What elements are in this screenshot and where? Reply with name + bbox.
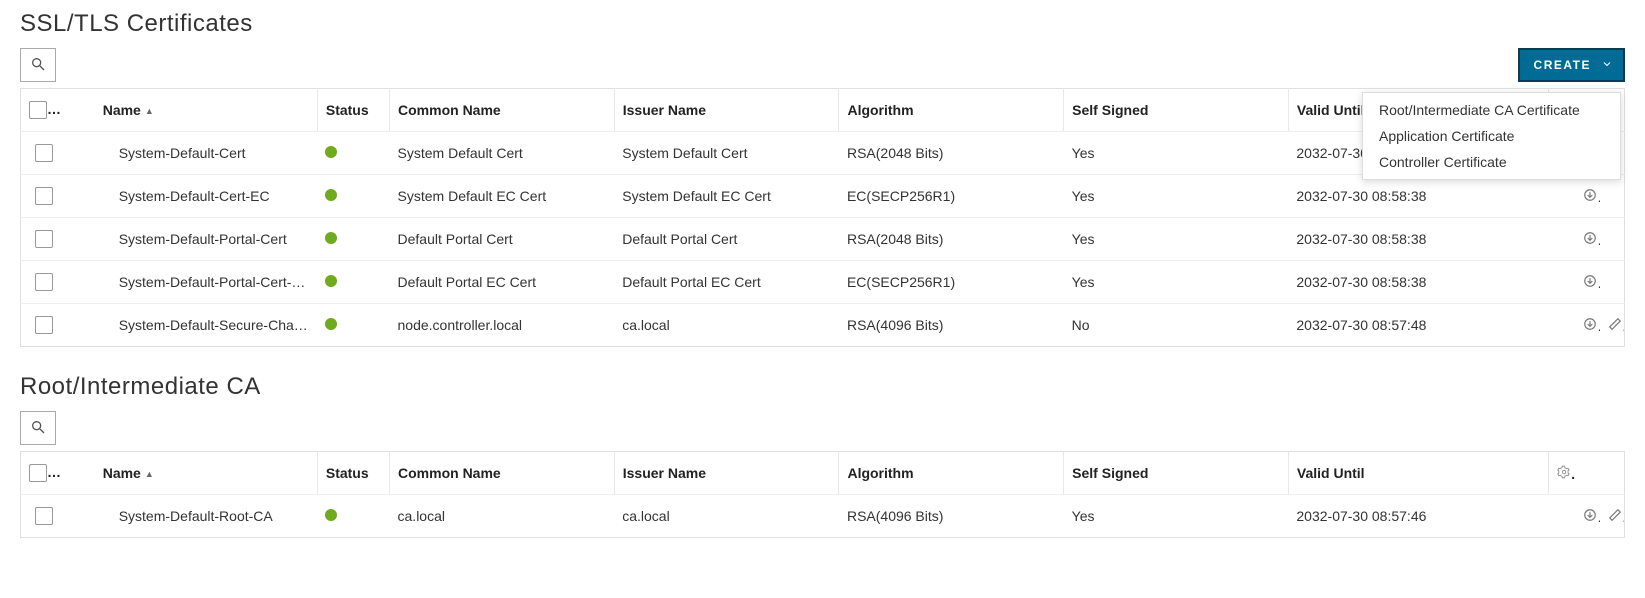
status-ok-icon <box>325 189 337 201</box>
sort-asc-icon: ▲ <box>145 106 154 116</box>
col-header-issuer[interactable]: Issuer Name <box>614 89 839 132</box>
ca-section-title: Root/Intermediate CA <box>20 373 1625 401</box>
cert-name-cell[interactable]: System-Default-Cert <box>95 132 318 175</box>
status-ok-icon <box>325 275 337 287</box>
table-row: System-Default-Portal-Cert Default Portal… <box>21 218 1625 261</box>
row-checkbox[interactable] <box>35 187 53 205</box>
col-header-name[interactable]: Name▲ <box>95 89 318 132</box>
valid-until-cell: 2032-07-30 08:58:38 <box>1288 175 1548 218</box>
table-row: System-Default-Portal-Cert-EC Default Por… <box>21 261 1625 304</box>
algorithm-cell: RSA(4096 Bits) <box>839 304 1064 347</box>
ca-certificates-table: Name▲ Status Common Name Issuer Name Alg… <box>20 451 1625 538</box>
algorithm-cell: EC(SECP256R1) <box>839 261 1064 304</box>
ssl-search-button[interactable] <box>20 48 56 82</box>
self-signed-cell: Yes <box>1064 261 1289 304</box>
col-header-common[interactable]: Common Name <box>390 452 615 495</box>
valid-until-cell: 2032-07-30 08:58:38 <box>1288 261 1548 304</box>
issuer-cell: System Default Cert <box>614 132 839 175</box>
ssl-section-title: SSL/TLS Certificates <box>20 10 1625 38</box>
self-signed-cell: Yes <box>1064 132 1289 175</box>
search-icon <box>30 56 46 75</box>
download-icon[interactable] <box>1575 261 1600 304</box>
status-ok-icon <box>325 509 337 521</box>
issuer-cell: System Default EC Cert <box>614 175 839 218</box>
status-ok-icon <box>325 146 337 158</box>
row-checkbox[interactable] <box>35 273 53 291</box>
issuer-cell: ca.local <box>614 495 839 538</box>
self-signed-cell: Yes <box>1064 175 1289 218</box>
row-checkbox[interactable] <box>35 230 53 248</box>
algorithm-cell: RSA(2048 Bits) <box>839 218 1064 261</box>
valid-until-cell: 2032-07-30 08:57:48 <box>1288 304 1548 347</box>
dropdown-item-root-ca[interactable]: Root/Intermediate CA Certificate <box>1363 97 1620 123</box>
self-signed-cell: Yes <box>1064 218 1289 261</box>
column-settings-button[interactable] <box>1548 452 1575 495</box>
col-header-valid[interactable]: Valid Until <box>1288 452 1548 495</box>
col-header-self[interactable]: Self Signed <box>1064 452 1289 495</box>
download-icon[interactable] <box>1575 304 1600 347</box>
create-button[interactable]: CREATE <box>1518 48 1625 82</box>
col-header-algo[interactable]: Algorithm <box>839 89 1064 132</box>
download-icon[interactable] <box>1575 218 1600 261</box>
download-icon[interactable] <box>1575 175 1600 218</box>
common-name-cell: System Default EC Cert <box>390 175 615 218</box>
create-dropdown-menu: Root/Intermediate CA Certificate Applica… <box>1362 92 1621 180</box>
common-name-cell: System Default Cert <box>390 132 615 175</box>
create-button-label: CREATE <box>1534 58 1591 72</box>
common-name-cell: Default Portal EC Cert <box>390 261 615 304</box>
edit-icon[interactable] <box>1600 495 1625 538</box>
ca-search-button[interactable] <box>20 411 56 445</box>
cert-name-cell[interactable]: System-Default-Portal-Cert <box>95 218 318 261</box>
row-checkbox[interactable] <box>35 144 53 162</box>
row-checkbox[interactable] <box>35 507 53 525</box>
issuer-cell: Default Portal EC Cert <box>614 261 839 304</box>
valid-until-cell: 2032-07-30 08:58:38 <box>1288 218 1548 261</box>
col-header-status[interactable]: Status <box>317 452 389 495</box>
cert-name-cell[interactable]: System-Default-Secure-Channel-Cert <box>95 304 318 347</box>
status-ok-icon <box>325 318 337 330</box>
self-signed-cell: No <box>1064 304 1289 347</box>
download-icon[interactable] <box>1575 495 1600 538</box>
valid-until-cell: 2032-07-30 08:57:46 <box>1288 495 1548 538</box>
table-row: System-Default-Secure-Channel-Cert node.c… <box>21 304 1625 347</box>
cert-name-cell[interactable]: System-Default-Root-CA <box>95 495 318 538</box>
search-icon <box>30 419 46 438</box>
issuer-cell: Default Portal Cert <box>614 218 839 261</box>
common-name-cell: node.controller.local <box>390 304 615 347</box>
col-header-issuer[interactable]: Issuer Name <box>614 452 839 495</box>
edit-icon[interactable] <box>1600 304 1625 347</box>
col-header-name[interactable]: Name▲ <box>95 452 318 495</box>
cert-name-cell[interactable]: System-Default-Portal-Cert-EC <box>95 261 318 304</box>
common-name-cell: ca.local <box>390 495 615 538</box>
cert-name-cell[interactable]: System-Default-Cert-EC <box>95 175 318 218</box>
issuer-cell: ca.local <box>614 304 839 347</box>
self-signed-cell: Yes <box>1064 495 1289 538</box>
row-checkbox[interactable] <box>35 316 53 334</box>
ssl-select-all-checkbox[interactable] <box>29 101 47 119</box>
algorithm-cell: RSA(4096 Bits) <box>839 495 1064 538</box>
common-name-cell: Default Portal Cert <box>390 218 615 261</box>
algorithm-cell: EC(SECP256R1) <box>839 175 1064 218</box>
col-header-algo[interactable]: Algorithm <box>839 452 1064 495</box>
ca-select-all-checkbox[interactable] <box>29 464 47 482</box>
col-header-status[interactable]: Status <box>317 89 389 132</box>
col-header-self[interactable]: Self Signed <box>1064 89 1289 132</box>
table-row: System-Default-Cert-EC System Default EC … <box>21 175 1625 218</box>
chevron-down-icon <box>1601 58 1613 73</box>
status-ok-icon <box>325 232 337 244</box>
col-header-common[interactable]: Common Name <box>390 89 615 132</box>
algorithm-cell: RSA(2048 Bits) <box>839 132 1064 175</box>
sort-asc-icon: ▲ <box>145 469 154 479</box>
dropdown-item-controller-cert[interactable]: Controller Certificate <box>1363 149 1620 175</box>
table-row: System-Default-Root-CAca.localca.localRS… <box>21 495 1625 538</box>
dropdown-item-app-cert[interactable]: Application Certificate <box>1363 123 1620 149</box>
